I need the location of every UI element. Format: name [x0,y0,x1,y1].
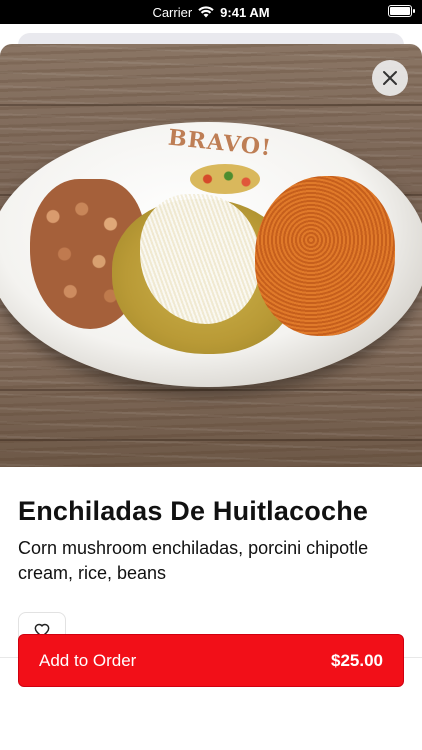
salsa-garnish [190,164,260,194]
status-center: Carrier 9:41 AM [0,5,422,20]
item-description: Corn mushroom enchiladas, porcini chipot… [18,538,369,583]
add-to-order-button[interactable]: Add to Order $25.00 [18,634,404,687]
battery-icon [388,5,415,17]
item-photo: BRAVO! [0,44,422,467]
item-price: $25.00 [331,650,383,670]
clock: 9:41 AM [220,4,270,20]
status-bar: Carrier 9:41 AM [0,0,422,24]
close-button[interactable] [372,60,408,96]
add-to-order-label: Add to Order [39,650,137,670]
wifi-icon [198,6,214,18]
rice [255,176,395,336]
item-title: Enchiladas De Huitlacoche [18,496,369,526]
close-icon [383,71,397,85]
carrier-label: Carrier [152,4,193,20]
